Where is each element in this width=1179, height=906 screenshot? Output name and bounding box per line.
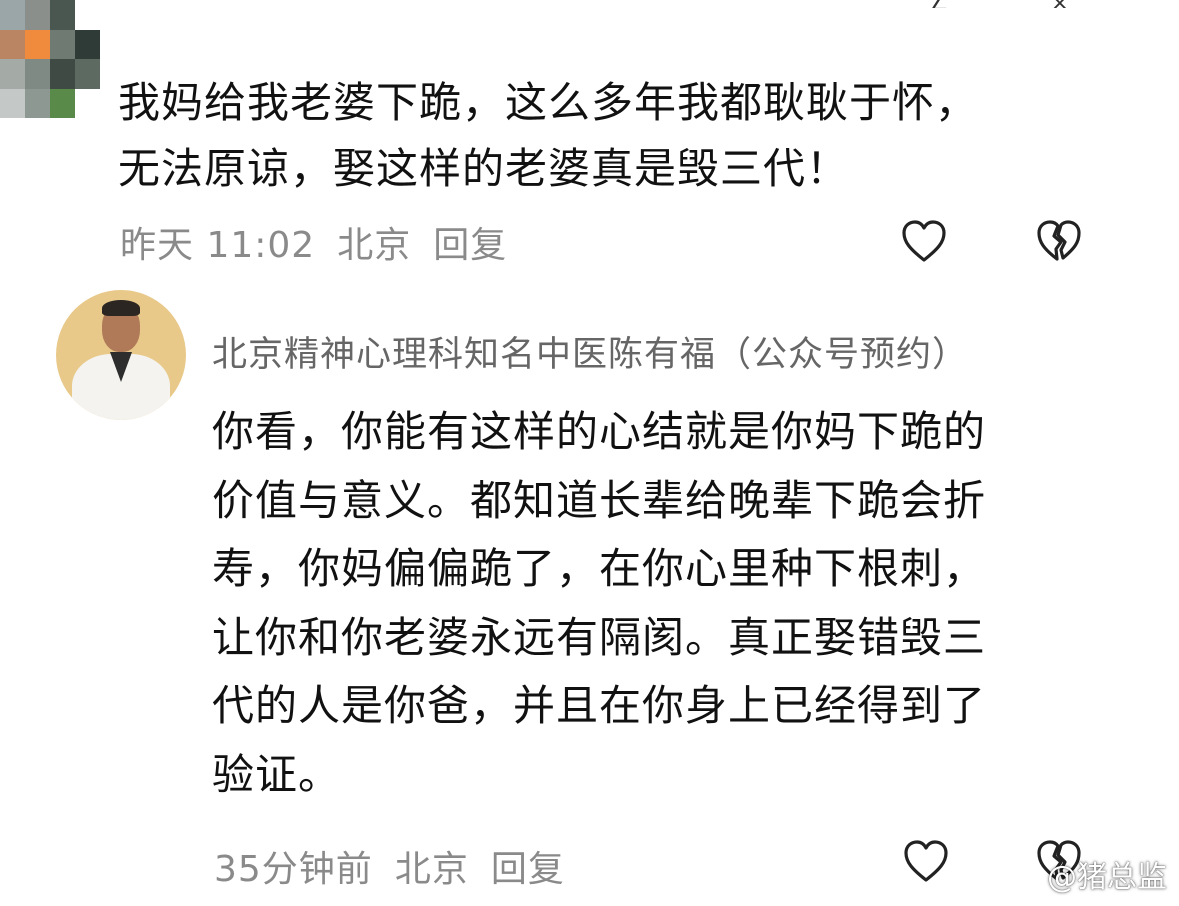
comment-2-time: 35分钟前	[214, 849, 373, 890]
top-toolbar-edge: ∠ ×	[929, 0, 1069, 8]
comment-2-line: 验证。	[212, 749, 342, 799]
comment-2-line: 价值与意义。都知道长辈给晚辈下跪会折	[212, 475, 987, 525]
comment-2-line: 寿，你妈偏偏跪了，在你心里种下根刺，	[212, 544, 987, 593]
weibo-icon	[1002, 860, 1040, 889]
commenter-avatar[interactable]	[0, 0, 100, 118]
top-icon-left: ∠	[929, 0, 949, 8]
watermark-text: @猪总监	[1047, 860, 1167, 895]
doctor-avatar[interactable]	[56, 290, 186, 420]
comment-1-line: 无法原谅，娶这样的老婆真是毁三代！	[118, 144, 850, 193]
comment-2-meta: 35分钟前 北京 回复	[214, 840, 587, 892]
heart-outline-icon[interactable]	[900, 218, 948, 264]
comment-2-author[interactable]: 北京精神心理科知名中医陈有福（公众号预约）	[212, 326, 968, 377]
comment-1-line: 我妈给我老婆下跪，这么多年我都耿耿于怀，	[118, 78, 979, 127]
comment-2-location: 北京	[394, 849, 469, 890]
comment-1-time: 昨天 11:02	[120, 225, 316, 266]
comment-2-line: 让你和你老婆永远有隔阂。真正娶错毁三	[212, 612, 987, 662]
comment-1-meta: 昨天 11:02 北京 回复	[120, 216, 529, 268]
comment-2-line: 代的人是你爸，并且在你身上已经得到了	[212, 681, 987, 730]
comment-1-reply-button[interactable]: 回复	[433, 216, 507, 268]
comment-2-line: 你看，你能有这样的心结就是你妈下跪的	[212, 407, 987, 456]
avatar-hair	[102, 300, 140, 316]
comment-2-text: 你看，你能有这样的心结就是你妈下跪的 价值与意义。都知道长辈给晚辈下跪会折 寿，…	[212, 398, 1092, 809]
close-icon[interactable]: ×	[1051, 0, 1069, 8]
comment-2-reply-button[interactable]: 回复	[491, 840, 565, 892]
comment-1-location: 北京	[337, 225, 412, 266]
broken-heart-icon[interactable]	[1035, 218, 1083, 264]
heart-outline-icon[interactable]	[902, 838, 950, 884]
weibo-watermark: @猪总监	[1001, 852, 1167, 896]
comment-1-text: 我妈给我老婆下跪，这么多年我都耿耿于怀， 无法原谅，娶这样的老婆真是毁三代！	[118, 70, 1078, 202]
